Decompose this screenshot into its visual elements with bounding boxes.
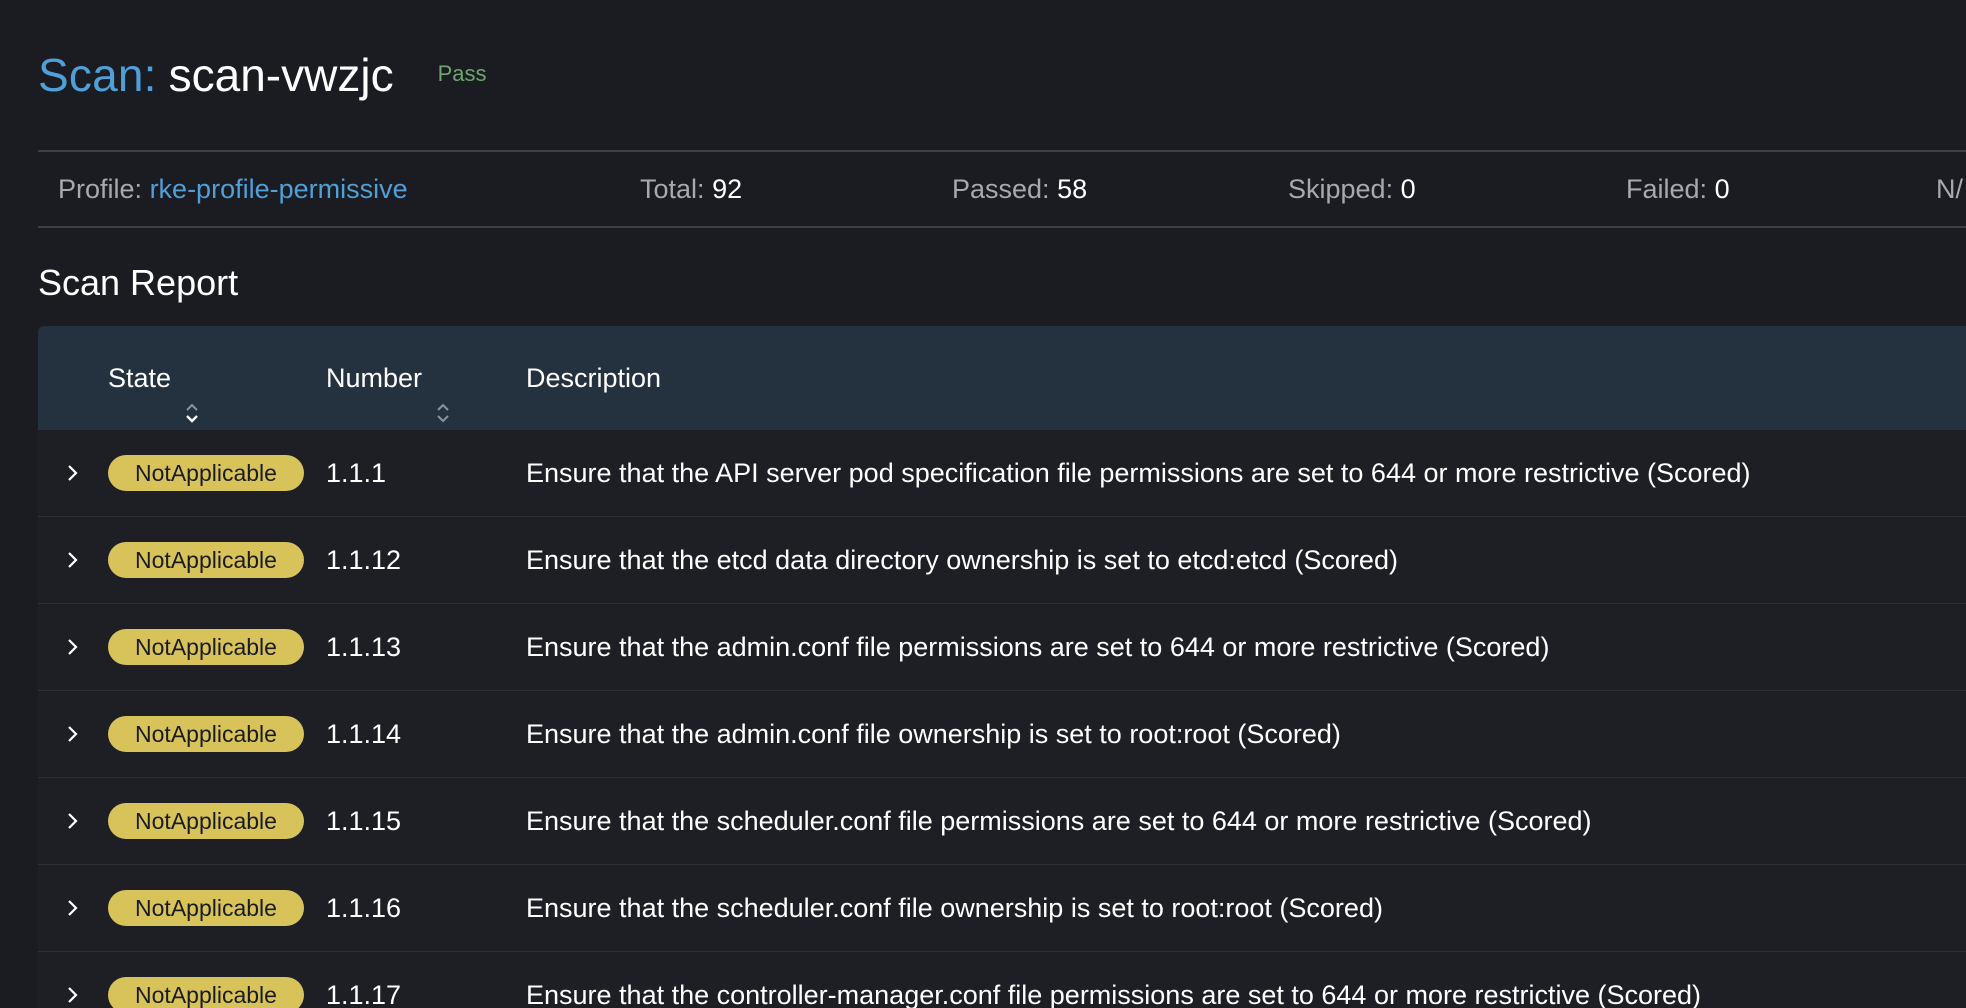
failed-value: 0 bbox=[1714, 174, 1730, 204]
profile-link[interactable]: rke-profile-permissive bbox=[150, 174, 408, 204]
chevron-right-icon bbox=[68, 726, 78, 742]
column-header-number[interactable]: Number bbox=[326, 326, 452, 430]
expand-row-button[interactable] bbox=[58, 865, 88, 951]
failed-label: Failed: bbox=[1626, 174, 1708, 204]
column-header-number-label: Number bbox=[326, 363, 423, 393]
summary-passed: Passed: 58 bbox=[952, 152, 1087, 226]
state-badge: NotApplicable bbox=[108, 890, 304, 926]
chevron-right-icon bbox=[68, 987, 78, 1003]
column-header-state[interactable]: State bbox=[108, 326, 201, 430]
expand-row-button[interactable] bbox=[58, 952, 88, 1008]
total-value: 92 bbox=[712, 174, 743, 204]
check-description: Ensure that the controller-manager.conf … bbox=[526, 980, 1702, 1008]
check-number: 1.1.16 bbox=[326, 893, 402, 923]
scan-report-table: State Number Description NotApplicable 1… bbox=[38, 326, 1966, 1008]
table-row: NotApplicable 1.1.12 Ensure that the etc… bbox=[38, 516, 1966, 603]
table-row: NotApplicable 1.1.14 Ensure that the adm… bbox=[38, 690, 1966, 777]
page-title: Scan: scan-vwzjc Pass bbox=[38, 40, 487, 110]
state-badge: NotApplicable bbox=[108, 542, 304, 578]
passed-label: Passed: bbox=[952, 174, 1050, 204]
section-title: Scan Report bbox=[38, 262, 239, 303]
chevron-right-icon bbox=[68, 900, 78, 916]
table-body: NotApplicable 1.1.1 Ensure that the API … bbox=[38, 430, 1966, 1008]
state-badge: NotApplicable bbox=[108, 629, 304, 665]
column-header-state-label: State bbox=[108, 363, 172, 393]
chevron-right-icon bbox=[68, 465, 78, 481]
state-badge: NotApplicable bbox=[108, 455, 304, 491]
check-description: Ensure that the admin.conf file permissi… bbox=[526, 632, 1550, 662]
check-number: 1.1.13 bbox=[326, 632, 402, 662]
sort-icon[interactable] bbox=[183, 365, 201, 423]
sort-icon[interactable] bbox=[434, 365, 452, 423]
summary-failed: Failed: 0 bbox=[1626, 152, 1730, 226]
check-description: Ensure that the etcd data directory owne… bbox=[526, 545, 1398, 575]
expand-row-button[interactable] bbox=[58, 517, 88, 603]
status-badge: Pass bbox=[437, 61, 487, 86]
summary-profile: Profile: rke-profile-permissive bbox=[58, 152, 408, 226]
chevron-right-icon bbox=[68, 813, 78, 829]
state-badge: NotApplicable bbox=[108, 977, 304, 1008]
check-number: 1.1.14 bbox=[326, 719, 402, 749]
table-row: NotApplicable 1.1.15 Ensure that the sch… bbox=[38, 777, 1966, 864]
skipped-label: Skipped: bbox=[1288, 174, 1394, 204]
scan-name: scan-vwzjc bbox=[168, 49, 394, 101]
table-row: NotApplicable 1.1.16 Ensure that the sch… bbox=[38, 864, 1966, 951]
summary-total: Total: 92 bbox=[640, 152, 742, 226]
chevron-right-icon bbox=[68, 639, 78, 655]
check-description: Ensure that the API server pod specifica… bbox=[526, 458, 1751, 488]
expand-row-button[interactable] bbox=[58, 430, 88, 516]
skipped-value: 0 bbox=[1400, 174, 1416, 204]
passed-value: 58 bbox=[1057, 174, 1088, 204]
chevron-right-icon bbox=[68, 552, 78, 568]
check-number: 1.1.1 bbox=[326, 458, 387, 488]
state-badge: NotApplicable bbox=[108, 716, 304, 752]
column-header-description: Description bbox=[526, 326, 661, 430]
check-number: 1.1.17 bbox=[326, 980, 402, 1008]
check-description: Ensure that the scheduler.conf file owne… bbox=[526, 893, 1383, 923]
total-label: Total: bbox=[640, 174, 705, 204]
check-number: 1.1.15 bbox=[326, 806, 402, 836]
table-row: NotApplicable 1.1.1 Ensure that the API … bbox=[38, 430, 1966, 516]
expand-row-button[interactable] bbox=[58, 604, 88, 690]
table-row: NotApplicable 1.1.13 Ensure that the adm… bbox=[38, 603, 1966, 690]
check-description: Ensure that the admin.conf file ownershi… bbox=[526, 719, 1341, 749]
expand-row-button[interactable] bbox=[58, 691, 88, 777]
scan-summary-bar: Profile: rke-profile-permissive Total: 9… bbox=[38, 150, 1966, 228]
state-badge: NotApplicable bbox=[108, 803, 304, 839]
expand-row-button[interactable] bbox=[58, 778, 88, 864]
table-row: NotApplicable 1.1.17 Ensure that the con… bbox=[38, 951, 1966, 1008]
title-prefix: Scan: bbox=[38, 49, 157, 101]
profile-label: Profile: bbox=[58, 174, 143, 204]
scan-detail-page: Scan: scan-vwzjc Pass Profile: rke-profi… bbox=[0, 0, 1966, 1008]
column-header-description-label: Description bbox=[526, 363, 662, 393]
check-number: 1.1.12 bbox=[326, 545, 402, 575]
summary-not-applicable: N/ bbox=[1936, 152, 1963, 226]
table-header: State Number Description bbox=[38, 326, 1966, 430]
summary-skipped: Skipped: 0 bbox=[1288, 152, 1416, 226]
na-label: N/ bbox=[1936, 174, 1963, 204]
check-description: Ensure that the scheduler.conf file perm… bbox=[526, 806, 1592, 836]
